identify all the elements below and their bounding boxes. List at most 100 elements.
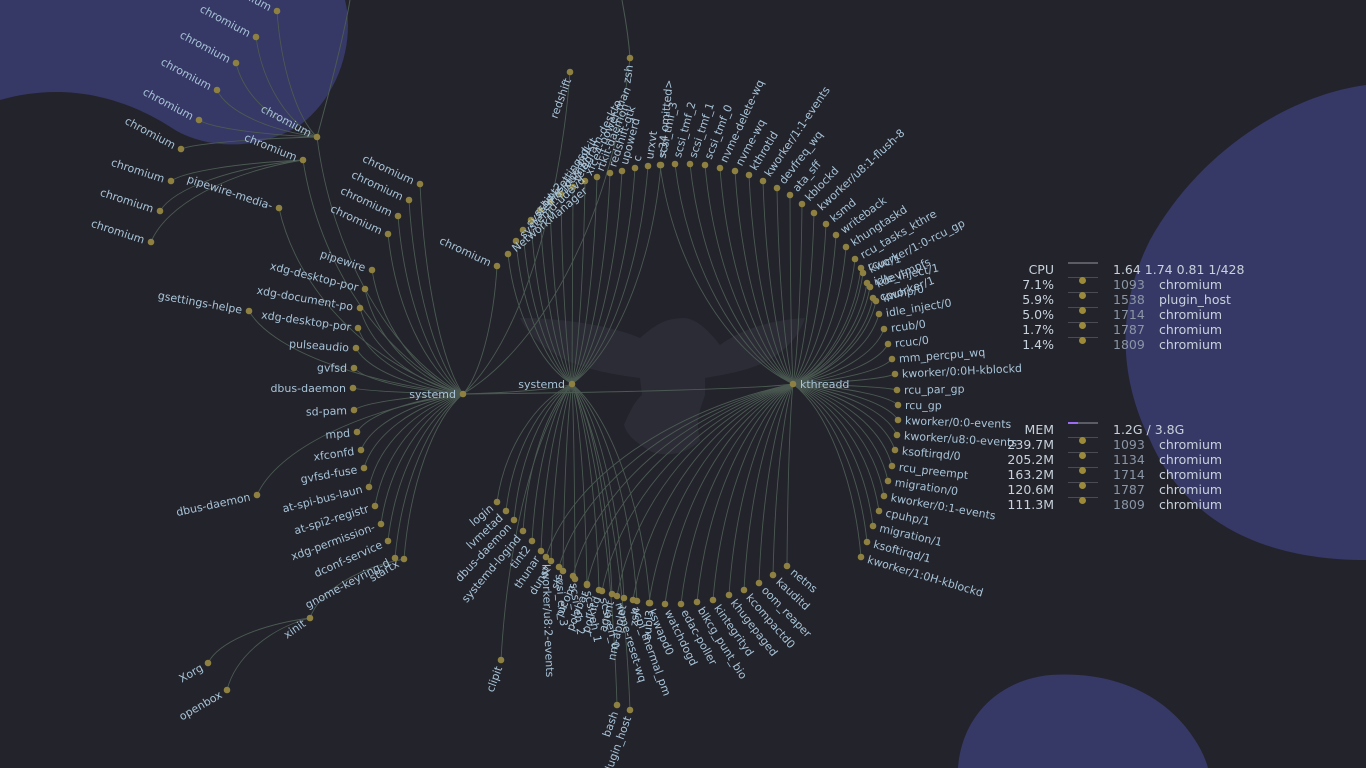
process-node[interactable]	[783, 562, 791, 570]
process-node[interactable]	[740, 586, 748, 594]
process-node[interactable]	[566, 68, 574, 76]
process-node[interactable]	[822, 220, 830, 228]
process-node[interactable]	[645, 599, 653, 607]
process-node[interactable]	[884, 477, 892, 485]
process-node[interactable]	[686, 160, 694, 168]
process-node[interactable]	[459, 390, 467, 398]
process-node[interactable]	[745, 171, 753, 179]
process-node[interactable]	[893, 386, 901, 394]
process-node[interactable]	[213, 86, 221, 94]
process-node[interactable]	[350, 406, 358, 414]
process-node[interactable]	[626, 54, 634, 62]
process-node[interactable]	[869, 522, 877, 530]
process-node[interactable]	[356, 304, 364, 312]
process-node[interactable]	[350, 364, 358, 372]
process-node[interactable]	[504, 250, 512, 258]
process-node[interactable]	[528, 537, 536, 545]
process-node[interactable]	[357, 446, 365, 454]
process-node[interactable]	[510, 516, 518, 524]
process-node[interactable]	[773, 184, 781, 192]
process-node[interactable]	[598, 587, 606, 595]
process-node[interactable]	[493, 262, 501, 270]
process-node[interactable]	[353, 428, 361, 436]
process-node[interactable]	[583, 580, 591, 588]
process-node[interactable]	[894, 401, 902, 409]
process-node[interactable]	[354, 324, 362, 332]
process-node[interactable]	[701, 161, 709, 169]
process-node[interactable]	[832, 231, 840, 239]
process-node[interactable]	[416, 180, 424, 188]
process-node[interactable]	[352, 344, 360, 352]
process-node[interactable]	[894, 416, 902, 424]
process-node[interactable]	[869, 294, 877, 302]
process-node[interactable]	[232, 59, 240, 67]
process-node[interactable]	[167, 177, 175, 185]
process-node[interactable]	[893, 431, 901, 439]
process-node[interactable]	[223, 686, 231, 694]
process-node[interactable]	[252, 33, 260, 41]
process-node[interactable]	[693, 598, 701, 606]
process-node[interactable]	[177, 145, 185, 153]
process-node[interactable]	[661, 600, 669, 608]
process-node[interactable]	[891, 446, 899, 454]
process-node[interactable]	[888, 462, 896, 470]
process-node[interactable]	[759, 177, 767, 185]
process-node[interactable]	[725, 591, 733, 599]
process-node[interactable]	[810, 209, 818, 217]
process-node[interactable]	[555, 563, 563, 571]
process-node[interactable]	[618, 167, 626, 175]
process-node[interactable]	[497, 656, 505, 664]
process-node[interactable]	[365, 483, 373, 491]
process-node[interactable]	[786, 191, 794, 199]
process-node[interactable]	[568, 380, 576, 388]
process-node[interactable]	[857, 553, 865, 561]
process-node[interactable]	[789, 380, 797, 388]
process-node[interactable]	[875, 507, 883, 515]
process-node[interactable]	[147, 238, 155, 246]
process-node[interactable]	[371, 502, 379, 510]
process-node[interactable]	[880, 492, 888, 500]
process-node[interactable]	[537, 547, 545, 555]
process-node[interactable]	[394, 212, 402, 220]
process-node[interactable]	[400, 555, 408, 563]
process-node[interactable]	[842, 243, 850, 251]
process-node[interactable]	[798, 200, 806, 208]
process-node[interactable]	[204, 659, 212, 667]
process-node[interactable]	[629, 596, 637, 604]
process-node[interactable]	[880, 325, 888, 333]
process-node[interactable]	[253, 491, 261, 499]
process-node[interactable]	[731, 167, 739, 175]
process-node[interactable]	[884, 340, 892, 348]
process-node[interactable]	[377, 520, 385, 528]
process-node[interactable]	[156, 207, 164, 215]
process-node[interactable]	[361, 285, 369, 293]
process-node[interactable]	[857, 264, 865, 272]
process-node[interactable]	[875, 310, 883, 318]
process-node[interactable]	[349, 384, 357, 392]
process-node[interactable]	[606, 169, 614, 177]
process-node[interactable]	[299, 156, 307, 164]
process-node[interactable]	[613, 701, 621, 709]
process-node[interactable]	[306, 614, 314, 622]
process-node[interactable]	[671, 160, 679, 168]
process-node[interactable]	[384, 537, 392, 545]
process-node[interactable]	[542, 553, 550, 561]
process-node[interactable]	[368, 266, 376, 274]
process-node[interactable]	[384, 230, 392, 238]
process-node[interactable]	[631, 164, 639, 172]
process-node[interactable]	[888, 355, 896, 363]
process-node[interactable]	[851, 255, 859, 263]
process-node[interactable]	[863, 279, 871, 287]
process-node[interactable]	[656, 161, 664, 169]
process-node[interactable]	[273, 7, 281, 15]
process-node[interactable]	[360, 464, 368, 472]
process-node[interactable]	[275, 204, 283, 212]
process-node[interactable]	[313, 133, 321, 141]
process-node[interactable]	[405, 196, 413, 204]
process-node[interactable]	[569, 572, 577, 580]
process-node[interactable]	[891, 370, 899, 378]
process-node[interactable]	[613, 592, 621, 600]
process-node[interactable]	[195, 116, 203, 124]
process-node[interactable]	[519, 527, 527, 535]
process-node[interactable]	[493, 498, 501, 506]
